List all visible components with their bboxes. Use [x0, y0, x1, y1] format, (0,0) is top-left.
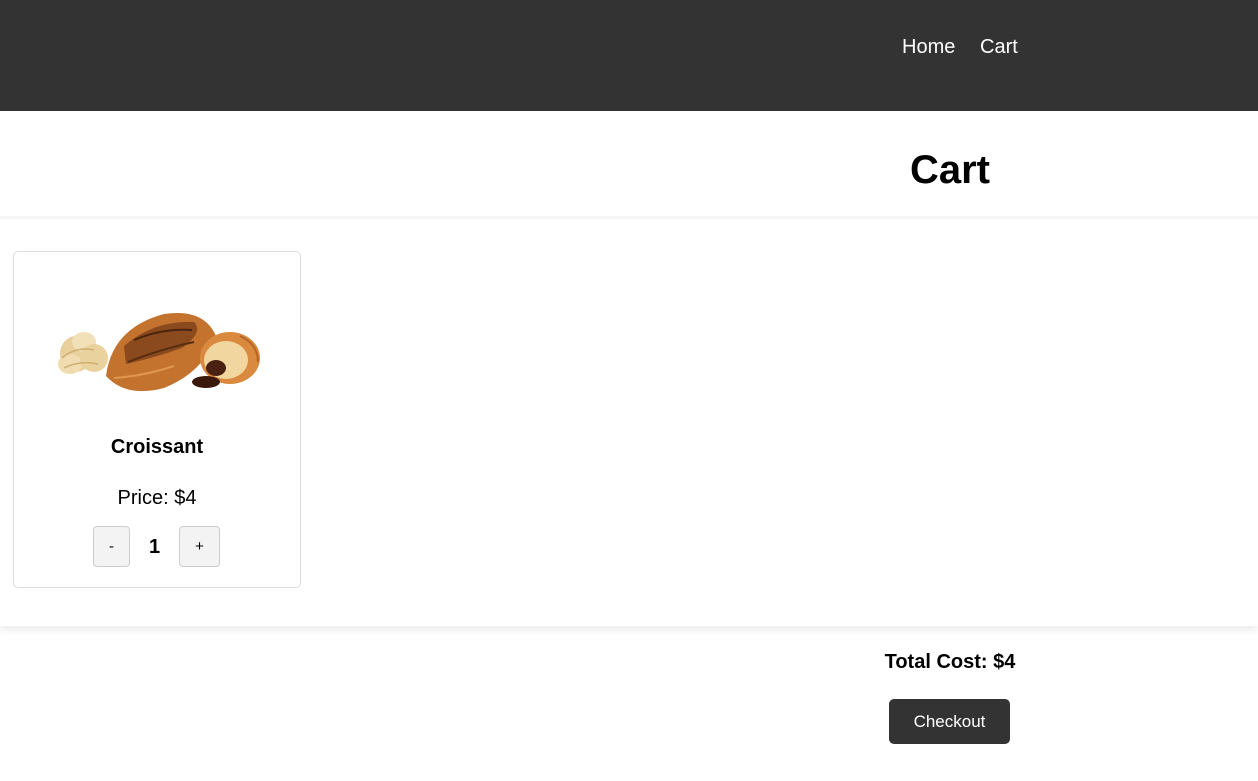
nav-link-home[interactable]: Home [902, 35, 955, 59]
increment-quantity-button[interactable]: + [179, 526, 220, 567]
product-price: Price: $4 [117, 487, 197, 509]
cart-items-container: Croissant Price: $4 - 1 + [0, 219, 1258, 626]
total-cost: Total Cost: $4 [884, 651, 1016, 673]
cart-item-card: Croissant Price: $4 - 1 + [13, 251, 301, 588]
croissant-image [58, 312, 260, 392]
decrement-quantity-button[interactable]: - [93, 526, 130, 567]
page-title: Cart [909, 148, 991, 192]
quantity-value: 1 [148, 536, 161, 558]
nav-link-cart[interactable]: Cart [980, 35, 1018, 59]
product-name: Croissant [110, 436, 204, 458]
navbar: Home Cart [0, 0, 1258, 111]
checkout-button[interactable]: Checkout [889, 699, 1010, 744]
